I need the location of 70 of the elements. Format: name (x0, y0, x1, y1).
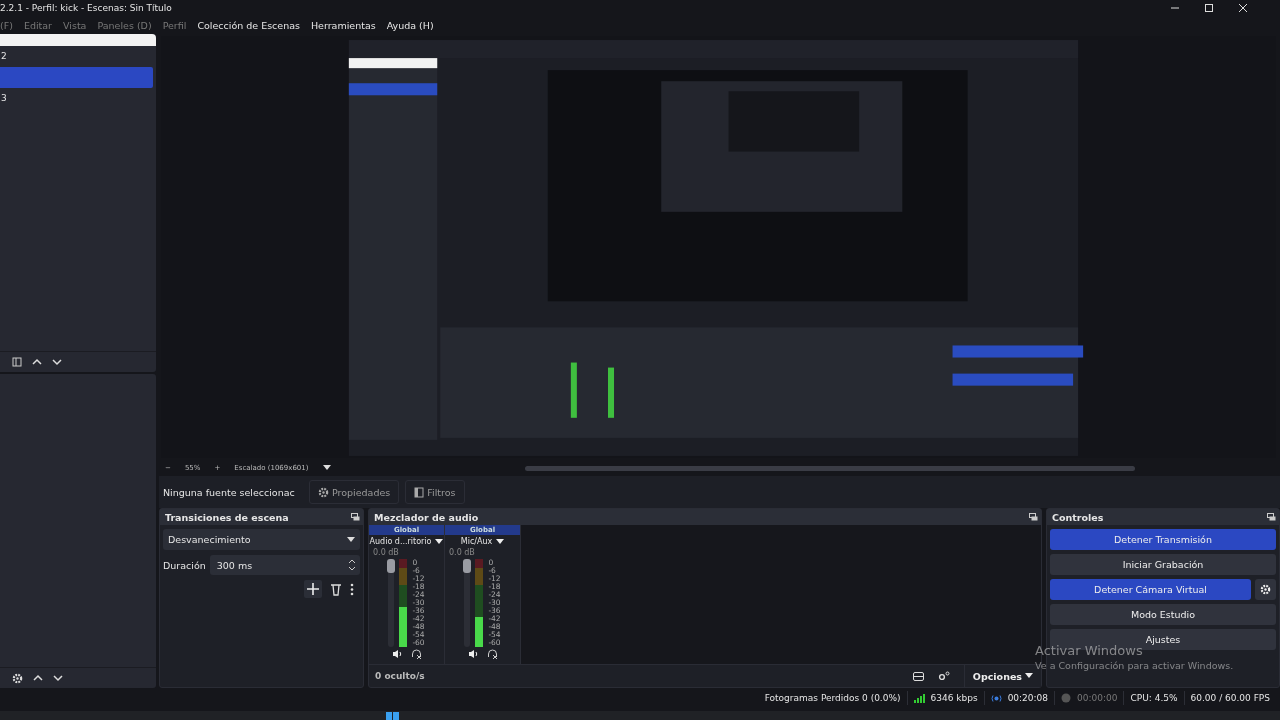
speaker-icon[interactable] (391, 649, 403, 659)
stream-time: 00:20:08 (1007, 693, 1049, 703)
slider-thumb[interactable] (387, 559, 396, 573)
scene-item[interactable]: 3 (0, 88, 153, 109)
record-icon (1061, 693, 1072, 703)
control-button[interactable]: Modo Estudio (1050, 604, 1276, 625)
control-button[interactable]: Iniciar Grabación (1050, 554, 1276, 575)
undock-icon[interactable] (1029, 513, 1038, 521)
down-icon[interactable] (52, 357, 62, 367)
gear-icon (1260, 584, 1271, 595)
caret-icon (347, 536, 355, 543)
cpu-usage: CPU: 4.5% (1130, 693, 1178, 703)
scene-item[interactable]: 2 (0, 46, 153, 67)
bitrate: 6346 kbps (930, 693, 978, 703)
channel-name[interactable]: Mic/Aux (460, 537, 505, 546)
slider-thumb[interactable] (463, 559, 472, 573)
headphones-icon[interactable] (486, 649, 498, 659)
filters-button[interactable]: Filtros (405, 480, 465, 504)
settings-icon[interactable] (12, 672, 23, 684)
more-icon[interactable] (350, 582, 354, 596)
caret-icon[interactable] (322, 465, 331, 471)
menu-item[interactable]: Herramientas (310, 19, 376, 31)
dropped-frames: Fotogramas Perdidos 0 (0.0%) (764, 693, 901, 703)
up-icon[interactable] (33, 673, 43, 683)
transition-dropdown[interactable]: Desvanecimiento (163, 529, 360, 550)
headphones-icon[interactable] (410, 649, 422, 659)
control-button[interactable]: Detener Transmisión (1050, 529, 1276, 550)
speaker-icon[interactable] (467, 649, 479, 659)
filter-icon[interactable] (12, 357, 22, 367)
layout-icon[interactable] (912, 671, 924, 681)
spinner-icon (348, 558, 356, 572)
scrollbar[interactable] (524, 465, 1135, 471)
control-button[interactable]: Detener Cámara Virtual (1050, 579, 1251, 600)
broadcast-icon (990, 693, 1002, 703)
caret-icon (1025, 673, 1033, 679)
channel-name[interactable]: Audio d...ritorio (369, 537, 444, 546)
volume-slider[interactable] (388, 559, 395, 647)
source-status: Ninguna fuente seleccionac (163, 486, 296, 498)
menu-item[interactable]: Colección de Escenas (197, 19, 300, 31)
rename-field[interactable] (0, 34, 156, 46)
fps-reading: 60.00 / 60.00 FPS (1190, 693, 1270, 703)
properties-button[interactable]: Propiedades (309, 480, 400, 504)
gear-icon (318, 486, 329, 498)
undock-icon[interactable] (1267, 513, 1276, 521)
close-icon[interactable] (1238, 3, 1248, 13)
signal-icon (913, 693, 925, 703)
trash-icon[interactable] (330, 582, 342, 596)
maximize-icon[interactable] (1204, 3, 1214, 13)
volume-reading: 0.0 dB (448, 548, 475, 557)
duration-label: Duración (163, 559, 206, 571)
settings-icon[interactable] (937, 671, 950, 681)
panel-title: Transiciones de escena (165, 511, 289, 523)
duration-field[interactable]: 300 ms (209, 555, 360, 575)
hidden-count: 0 oculto/s (375, 671, 425, 681)
add-icon[interactable] (304, 580, 322, 598)
caret-icon (496, 538, 505, 545)
settings-button[interactable] (1255, 579, 1276, 600)
volume-slider[interactable] (464, 559, 471, 647)
window-title: 2.2.1 - Perfil: kick - Escenas: Sin Título (0, 3, 172, 13)
panel-title: Controles (1052, 511, 1104, 523)
down-icon[interactable] (53, 673, 63, 683)
menu-item[interactable]: Ayuda (H) (386, 19, 434, 31)
panel-title: Mezclador de audio (374, 511, 479, 523)
volume-reading: 0.0 dB (372, 548, 399, 557)
caret-icon (435, 538, 444, 545)
start-icon[interactable] (386, 712, 400, 720)
up-icon[interactable] (32, 357, 42, 367)
record-time: 00:00:00 (1077, 693, 1118, 703)
filter-icon (414, 486, 425, 498)
undock-icon[interactable] (351, 513, 360, 521)
